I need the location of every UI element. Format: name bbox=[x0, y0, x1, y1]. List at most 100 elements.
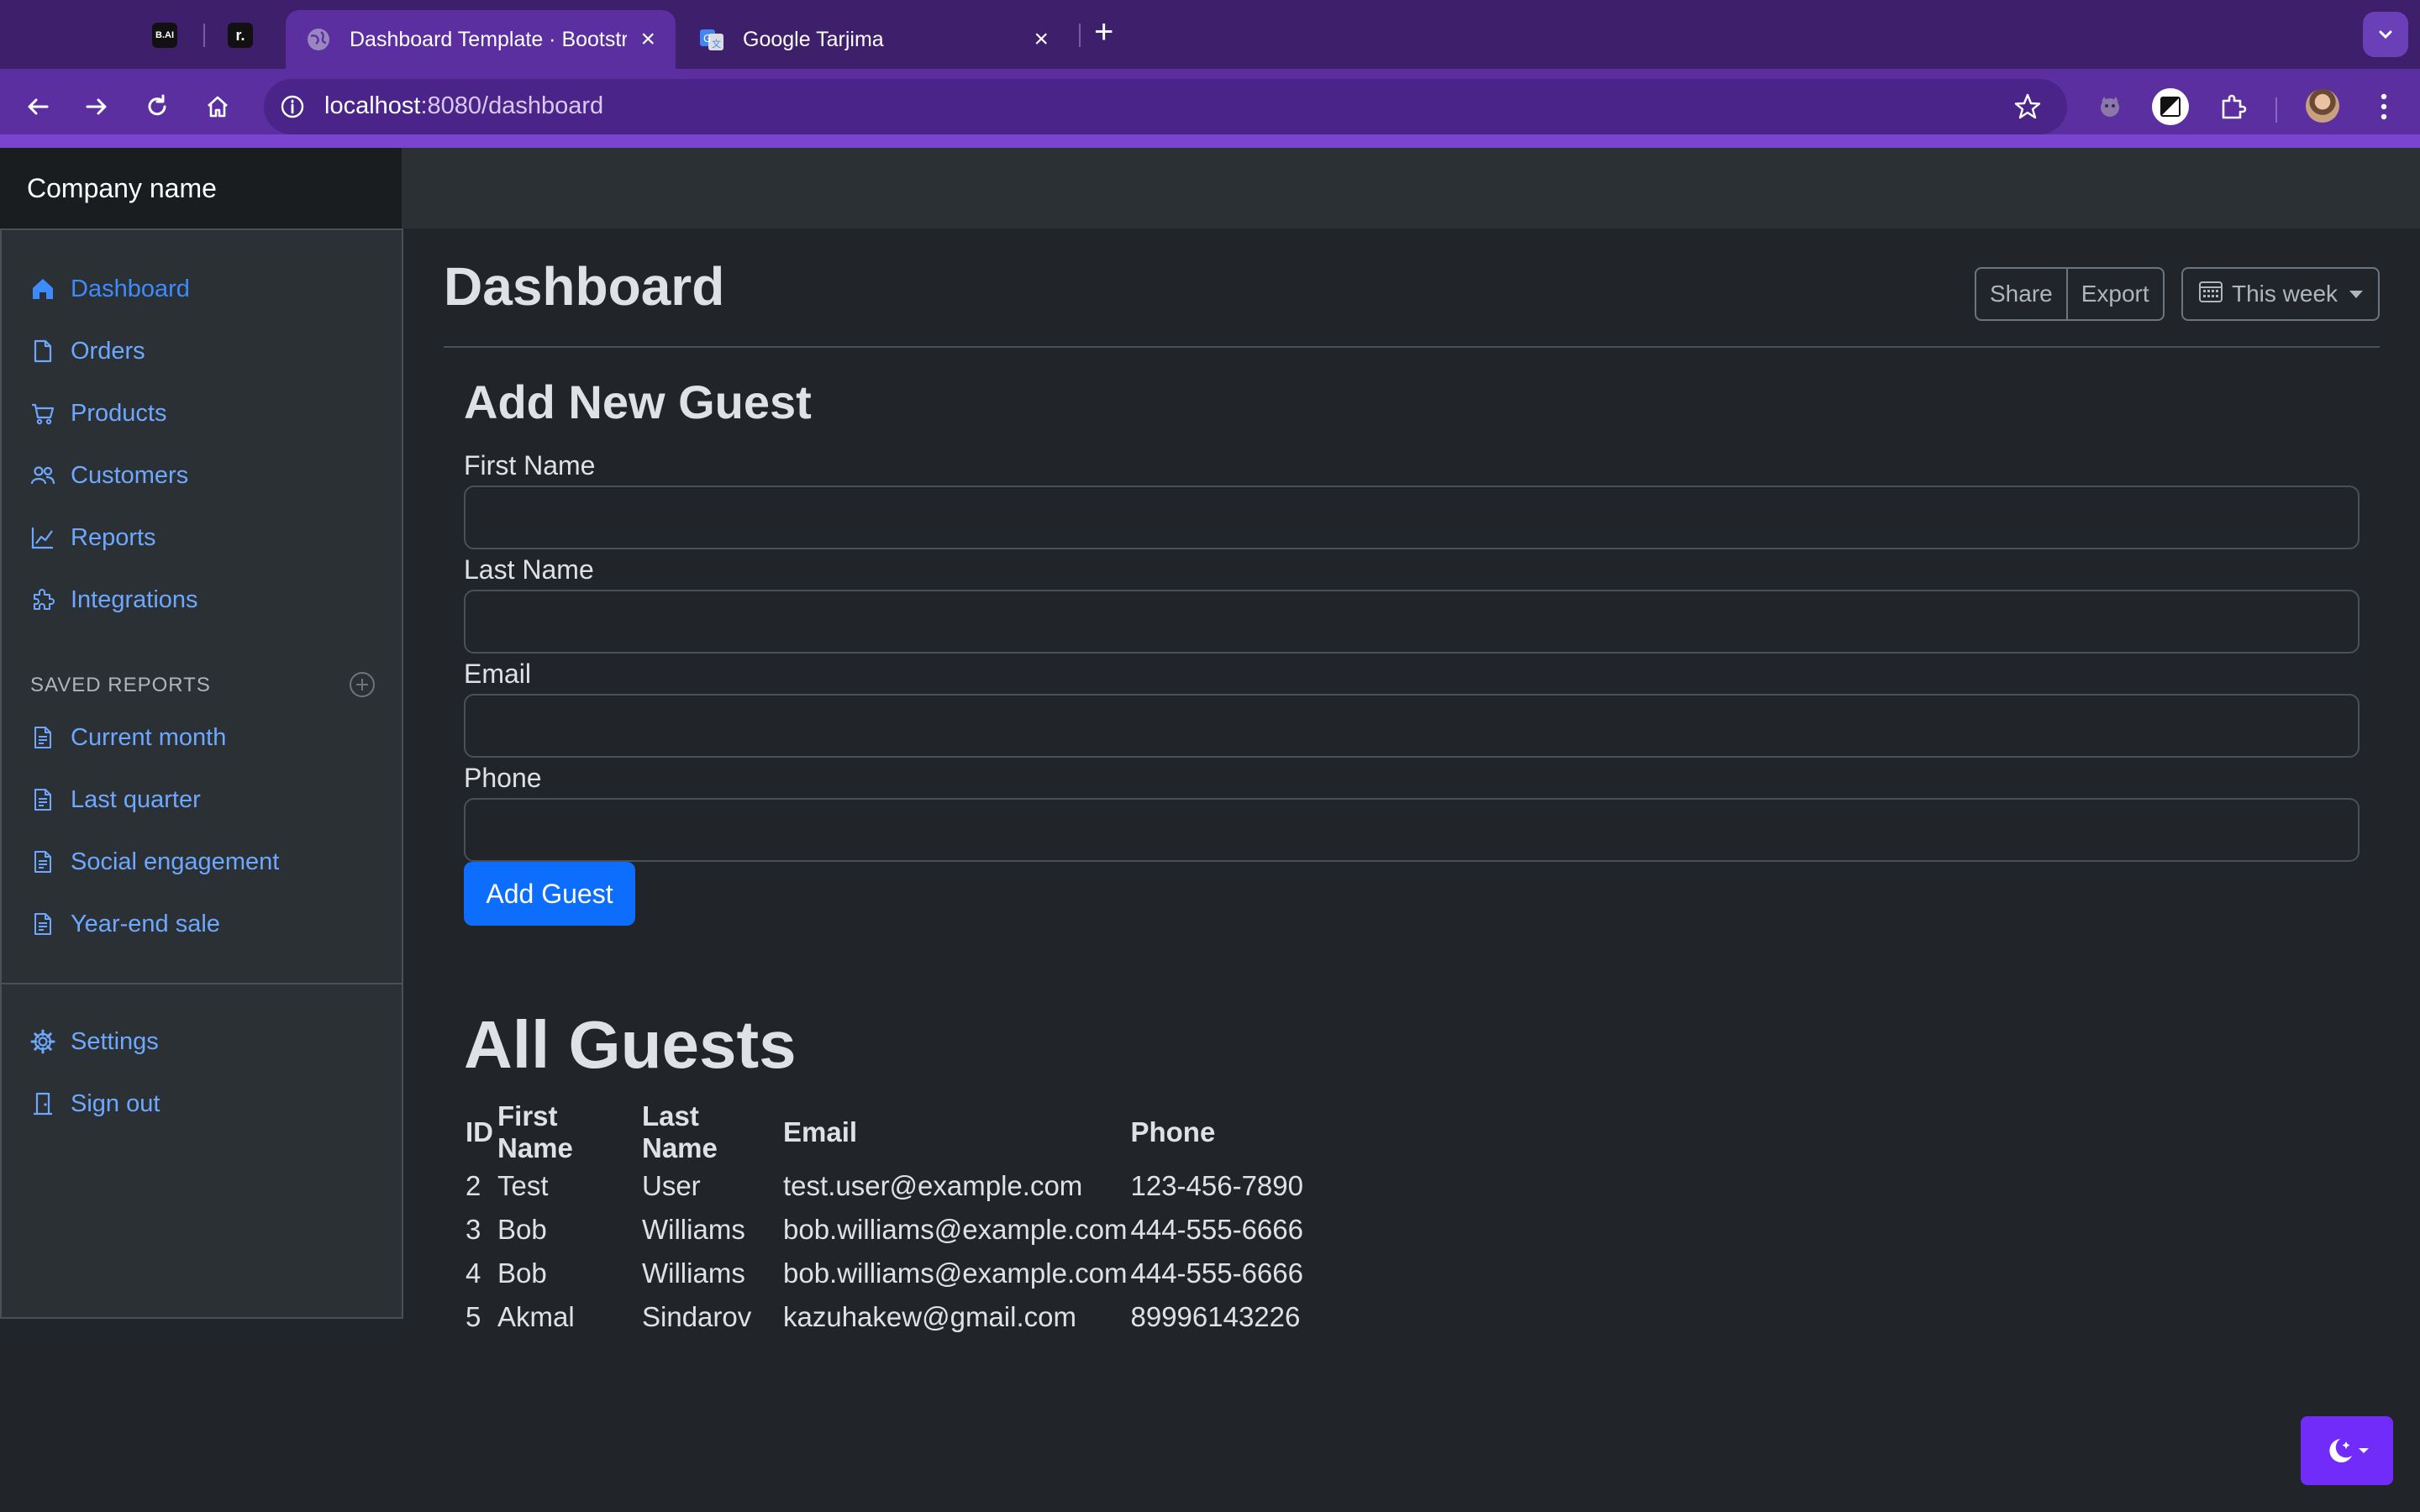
sidebar-item-label: Products bbox=[71, 399, 167, 427]
google-translate-icon: G文 bbox=[699, 27, 724, 52]
info-icon[interactable] bbox=[279, 93, 306, 124]
phone-label: Phone bbox=[464, 763, 542, 793]
cell-phone: 89996143226 bbox=[1130, 1301, 1301, 1332]
sidebar-item-label: Integrations bbox=[71, 585, 198, 613]
globe-icon bbox=[306, 27, 331, 52]
add-guest-heading: Add New Guest bbox=[464, 375, 812, 428]
column-header: ID bbox=[466, 1116, 493, 1147]
star-icon[interactable] bbox=[2013, 92, 2042, 125]
toolbar-accent-strip bbox=[0, 134, 2420, 148]
sidebar-item-sign-out[interactable]: Sign out bbox=[29, 1087, 160, 1121]
cell-email: bob.williams@example.com bbox=[783, 1257, 1128, 1289]
last-name-label: Last Name bbox=[464, 554, 594, 585]
tab-search-button[interactable] bbox=[2363, 12, 2408, 57]
share-export-group: Share Export bbox=[1975, 267, 2165, 321]
close-tab-icon[interactable]: × bbox=[1034, 27, 1049, 52]
table-header-row: ID First Name Last Name Email Phone bbox=[464, 1100, 1330, 1164]
page-title: Dashboard bbox=[444, 256, 725, 317]
add-guest-button[interactable]: Add Guest bbox=[464, 862, 635, 926]
cell-email: bob.williams@example.com bbox=[783, 1214, 1128, 1245]
cell-id: 3 bbox=[466, 1214, 481, 1245]
cell-id: 4 bbox=[466, 1257, 481, 1289]
tab-dashboard[interactable]: Dashboard Template · Bootstrap × bbox=[286, 10, 676, 69]
sidebar-item-settings[interactable]: Settings bbox=[29, 1025, 159, 1058]
svg-text:文: 文 bbox=[712, 38, 721, 50]
tab-google-translate[interactable]: G文 Google Tarjima × bbox=[679, 10, 1069, 69]
add-saved-report-button[interactable] bbox=[348, 670, 376, 699]
new-tab-button[interactable]: + bbox=[1094, 15, 1113, 49]
chevron-down-icon bbox=[2379, 30, 2392, 39]
table-row: 4 Bob Williams bob.williams@example.com … bbox=[464, 1252, 1330, 1295]
reload-icon bbox=[148, 94, 166, 116]
pinned-tab-bai[interactable]: B.AI bbox=[146, 17, 183, 54]
table-row: 2 Test User test.user@example.com 123-45… bbox=[464, 1164, 1330, 1208]
cell-phone: 444-555-6666 bbox=[1130, 1214, 1303, 1245]
brand-name[interactable]: Company name bbox=[0, 148, 402, 228]
column-header: Last Name bbox=[642, 1100, 718, 1163]
tab-separator bbox=[1079, 24, 1081, 47]
forward-button[interactable] bbox=[76, 86, 118, 128]
saved-report-current-month[interactable]: Current month bbox=[29, 721, 226, 754]
column-header: Phone bbox=[1130, 1116, 1216, 1147]
extension-dog-icon[interactable] bbox=[2089, 86, 2131, 128]
saved-report-social-engagement[interactable]: Social engagement bbox=[29, 845, 279, 879]
reload-button[interactable] bbox=[136, 86, 178, 128]
sidebar-item-label: Dashboard bbox=[71, 275, 190, 302]
browser-toolbar: localhost:8080/dashboard bbox=[0, 69, 2420, 144]
cell-last-name: Sindarov bbox=[642, 1301, 752, 1332]
saved-reports-heading: SAVED REPORTS bbox=[30, 674, 211, 696]
toolbar-separator bbox=[2275, 97, 2277, 123]
sidebar-item-label: Orders bbox=[71, 337, 145, 365]
url-path: :8080/dashboard bbox=[420, 92, 604, 119]
back-icon bbox=[28, 98, 49, 115]
last-name-input[interactable] bbox=[464, 590, 2360, 654]
export-button[interactable]: Export bbox=[2065, 269, 2163, 319]
saved-report-year-end-sale[interactable]: Year-end sale bbox=[29, 907, 220, 941]
sidebar-item-dashboard[interactable]: Dashboard bbox=[29, 272, 190, 306]
cell-phone: 123-456-7890 bbox=[1130, 1170, 1303, 1201]
theme-toggle-button[interactable] bbox=[2301, 1416, 2393, 1485]
puzzle-icon bbox=[29, 585, 57, 614]
back-button[interactable] bbox=[17, 86, 59, 128]
profile-avatar[interactable] bbox=[2306, 89, 2339, 123]
email-input[interactable] bbox=[464, 694, 2360, 758]
home-button[interactable] bbox=[197, 86, 239, 128]
saved-report-label: Year-end sale bbox=[71, 910, 220, 937]
sidebar-item-label: Settings bbox=[71, 1027, 159, 1055]
column-header: First Name bbox=[497, 1100, 573, 1163]
share-button[interactable]: Share bbox=[1976, 269, 2066, 319]
sidebar-item-integrations[interactable]: Integrations bbox=[29, 583, 198, 617]
close-tab-icon[interactable]: × bbox=[640, 27, 655, 52]
this-week-dropdown[interactable]: This week bbox=[2181, 267, 2380, 321]
cell-email: test.user@example.com bbox=[783, 1170, 1083, 1201]
caret-down-icon bbox=[2349, 290, 2364, 298]
email-label: Email bbox=[464, 659, 532, 689]
table-row: 3 Bob Williams bob.williams@example.com … bbox=[464, 1208, 1330, 1252]
sidebar: Dashboard Orders Products Customers Repo… bbox=[0, 228, 403, 1319]
tab-separator bbox=[203, 24, 205, 47]
saved-report-last-quarter[interactable]: Last quarter bbox=[29, 783, 201, 816]
menu-icon[interactable] bbox=[2363, 86, 2405, 128]
cell-first-name: Test bbox=[497, 1170, 549, 1201]
bai-favicon: B.AI bbox=[152, 23, 177, 48]
address-bar[interactable]: localhost:8080/dashboard bbox=[264, 79, 2067, 134]
sidebar-item-label: Sign out bbox=[71, 1089, 160, 1117]
cell-id: 5 bbox=[466, 1301, 481, 1332]
cell-email: kazuhakew@gmail.com bbox=[783, 1301, 1076, 1332]
cell-last-name: Williams bbox=[642, 1214, 745, 1245]
tab-title: Google Tarjima bbox=[743, 27, 884, 51]
sidebar-item-label: Customers bbox=[71, 461, 189, 489]
file-text-icon bbox=[29, 723, 57, 752]
pinned-tab-r[interactable]: r. bbox=[222, 17, 259, 54]
door-icon bbox=[29, 1089, 57, 1118]
sidebar-item-orders[interactable]: Orders bbox=[29, 334, 145, 368]
sidebar-item-reports[interactable]: Reports bbox=[29, 521, 156, 554]
phone-input[interactable] bbox=[464, 798, 2360, 862]
sidebar-item-products[interactable]: Products bbox=[29, 396, 166, 430]
extension-contrast-icon[interactable] bbox=[2149, 86, 2191, 128]
guests-table: ID First Name Last Name Email Phone 2 Te… bbox=[464, 1100, 1330, 1339]
extension-icon[interactable] bbox=[2212, 86, 2254, 128]
house-icon bbox=[29, 275, 57, 303]
sidebar-item-customers[interactable]: Customers bbox=[29, 459, 188, 492]
first-name-input[interactable] bbox=[464, 486, 2360, 549]
